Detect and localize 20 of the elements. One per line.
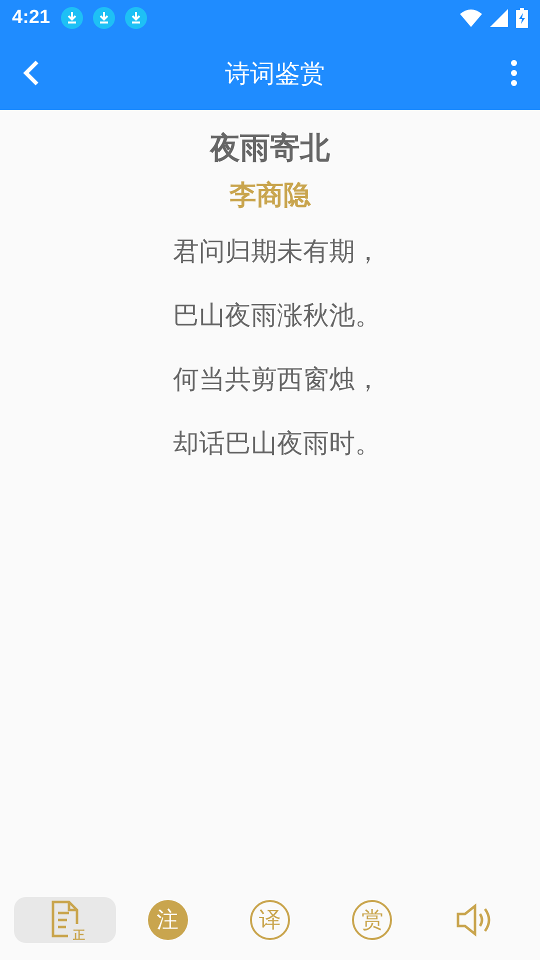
tab[interactable]: 正 bbox=[14, 897, 116, 943]
poem-line: 巴山夜雨涨秋池。 bbox=[173, 300, 381, 333]
download-icon bbox=[124, 6, 148, 30]
poem-line: 却话巴山夜雨时。 bbox=[173, 428, 381, 461]
poem-line: 君问归期未有期， bbox=[173, 236, 381, 269]
wifi-icon bbox=[460, 9, 482, 27]
back-icon bbox=[22, 59, 40, 87]
poem-line: 何当共剪西窗烛， bbox=[173, 364, 381, 397]
download-icon bbox=[92, 6, 116, 30]
status-time: 4:21 bbox=[12, 7, 50, 29]
tab[interactable]: 译 bbox=[218, 897, 321, 943]
tab[interactable]: 注 bbox=[116, 897, 219, 943]
poem-title: 夜雨寄北 bbox=[210, 130, 330, 168]
download-icon bbox=[60, 6, 84, 30]
tab[interactable]: 赏 bbox=[321, 897, 424, 943]
menu-icon bbox=[510, 59, 518, 87]
signal-icon bbox=[490, 9, 508, 27]
battery-icon bbox=[516, 8, 528, 28]
page-title: 诗词鉴赏 bbox=[224, 58, 326, 90]
poem-author: 李商隐 bbox=[230, 179, 310, 213]
